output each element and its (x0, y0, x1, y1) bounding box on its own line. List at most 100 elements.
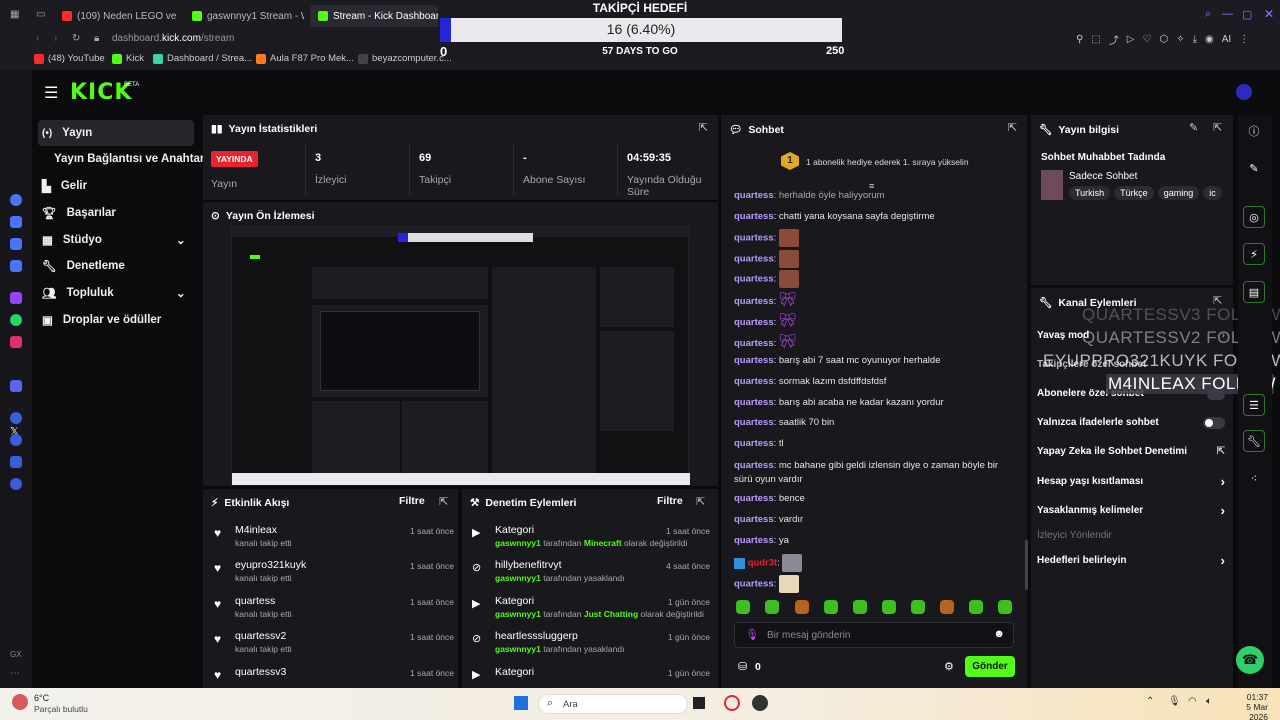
wifi-icon[interactable]: ◠ (1188, 696, 1197, 707)
bookmark-kick[interactable]: Kick (112, 53, 144, 64)
emote-button[interactable] (882, 600, 896, 614)
play-circle-icon[interactable] (10, 412, 22, 424)
screenshot-icon[interactable]: ⬚ (1091, 34, 1100, 45)
chat-input[interactable]: 🎙︎ Bir mesaj gönderin ☻ (734, 622, 1014, 648)
gift-prompt[interactable]: 1 abonelik hediye ederek 1. sıraya yükse… (806, 157, 969, 167)
pin-icon[interactable]: ⚲ (1076, 34, 1083, 45)
banned-words-row[interactable]: Yasaklanmış kelimeler › (1037, 503, 1229, 518)
mail-icon[interactable] (10, 238, 22, 250)
toggle[interactable] (1203, 417, 1225, 429)
browser-menu-icon[interactable]: ▦ (10, 9, 19, 20)
play-icon[interactable]: ▷ (1127, 34, 1135, 45)
chat-scrollbar[interactable] (1025, 540, 1028, 590)
item-name[interactable]: quartessv3 (235, 666, 286, 678)
tag[interactable]: gaming (1157, 186, 1200, 200)
avatar[interactable] (1236, 84, 1252, 100)
tab-actions-icon[interactable]: ▭ (36, 9, 45, 20)
chat-username[interactable]: quartess (734, 397, 774, 408)
actor[interactable]: gaswnnyy1 (495, 573, 541, 583)
chat-username[interactable]: quartess (734, 338, 774, 349)
nav-item-topluluk[interactable]: 👥︎ Topluluk ⌄ (38, 280, 194, 306)
chat-username[interactable]: quartess (734, 579, 774, 590)
chat-username[interactable]: quartess (734, 274, 774, 285)
popout-icon[interactable]: ⇱ (1213, 121, 1222, 134)
tab-youtube[interactable]: (109) Neden LEGO ve Mine (54, 5, 178, 27)
chat-username[interactable]: quartess (734, 535, 774, 546)
ai-moderation-row[interactable]: Yapay Zeka ile Sohbet Denetimi ⇱ (1037, 446, 1229, 457)
list-icon[interactable]: ☰ (1243, 394, 1265, 416)
forward-icon[interactable]: › (54, 33, 57, 44)
nav-item-gelir[interactable]: ▙ Gelir (38, 173, 194, 199)
obs-icon[interactable] (752, 695, 768, 711)
more-icon[interactable]: ⋯ (10, 668, 20, 679)
chat-username[interactable]: quartess (734, 233, 774, 244)
filter-button[interactable]: Filtre (399, 495, 425, 507)
chat-username[interactable]: quartess (734, 317, 774, 328)
emote-button[interactable] (795, 600, 809, 614)
clock-icon[interactable] (10, 434, 22, 446)
tab-kick-watch[interactable]: gaswnnyy1 Stream - Watc (184, 5, 304, 27)
item-name[interactable]: heartlesssluggerp (495, 630, 578, 642)
camera-icon[interactable]: ◉ (1205, 34, 1214, 45)
chat-username[interactable]: quartess (734, 438, 774, 449)
document-icon[interactable]: ▤ (1243, 281, 1265, 303)
dots-icon[interactable]: ⁖ (1243, 467, 1265, 489)
minimize-icon[interactable]: — (1222, 8, 1233, 20)
pencil-icon[interactable]: ✎ (1243, 157, 1265, 179)
category-name[interactable]: Sadece Sohbet (1069, 171, 1137, 182)
gear-icon[interactable]: ⚙ (944, 660, 954, 673)
heart-icon[interactable]: ♡ (1142, 34, 1151, 45)
maximize-icon[interactable]: ▢ (1242, 8, 1252, 21)
download-icon[interactable]: ⤓ (1193, 34, 1197, 45)
camera-icon[interactable]: ◎ (1243, 206, 1265, 228)
filter-button[interactable]: Filtre (657, 495, 683, 507)
tab-kick-dashboard[interactable]: Stream - Kick Dashboard (310, 5, 438, 27)
popout-icon[interactable]: ⇱ (439, 495, 448, 508)
nav-item-droplar[interactable]: ▣ Droplar ve ödüller (38, 307, 194, 333)
send-button[interactable]: Gönder (965, 656, 1015, 677)
windows-start-icon[interactable] (514, 696, 528, 710)
twitch-icon[interactable] (10, 292, 22, 304)
whatsapp-icon[interactable] (10, 314, 22, 326)
extensions-icon[interactable]: ✧ (1176, 34, 1184, 45)
microphone-icon[interactable]: 🎙︎ (1168, 696, 1181, 707)
tag[interactable]: Türkçe (1114, 186, 1154, 200)
bookmark-youtube[interactable]: (48) YouTube (34, 53, 105, 64)
bookmark-dashboard[interactable]: Dashboard / Strea... (153, 53, 252, 64)
chat-username[interactable]: quartess (734, 514, 774, 525)
back-icon[interactable]: ‹ (36, 33, 39, 44)
goals-row[interactable]: Hedefleri belirleyin › (1037, 553, 1229, 568)
emotes-only-row[interactable]: Yalnızca ifadelerle sohbet (1037, 417, 1229, 429)
emote-button[interactable] (969, 600, 983, 614)
chat-username[interactable]: quartess (734, 417, 774, 428)
temperature[interactable]: 6°C (34, 693, 49, 703)
actor[interactable]: gaswnnyy1 (495, 644, 541, 654)
chat-username[interactable]: quartess (734, 376, 774, 387)
item-name[interactable]: M4inleax (235, 524, 277, 536)
preview-video[interactable] (231, 226, 690, 485)
edit-icon[interactable]: ✎ (1189, 121, 1198, 134)
discord-icon[interactable] (10, 380, 22, 392)
emote-button[interactable] (824, 600, 838, 614)
emote-button[interactable] (940, 600, 954, 614)
bookmark-beyaz[interactable]: beyazcomputer.c... (358, 53, 452, 64)
nav-item-studyo[interactable]: ▦ Stüdyo ⌄ (38, 227, 194, 253)
chat-username[interactable]: quartess (734, 211, 774, 222)
microphone-icon[interactable]: 🎙︎ (745, 628, 759, 641)
emote-button[interactable] (998, 600, 1012, 614)
reload-icon[interactable]: ↻ (72, 33, 80, 44)
clock[interactable]: 01:37 5 Mar 2026 (1226, 692, 1268, 720)
task-view-icon[interactable] (693, 697, 705, 709)
nav-item-yayin[interactable]: (•) Yayın (38, 120, 194, 146)
actor[interactable]: gaswnnyy1 (495, 538, 541, 548)
chat-username[interactable]: quartess (734, 355, 774, 366)
search-icon[interactable]: ⌕ (1205, 8, 1211, 21)
nav-item-basarilar[interactable]: 🏆︎ Başarılar (38, 200, 194, 226)
url-field[interactable]: dashboard.kick.com/stream (112, 33, 234, 44)
actor[interactable]: gaswnnyy1 (495, 609, 541, 619)
chat-username[interactable]: quartess (734, 190, 774, 200)
item-name[interactable]: hillybenefitrvyt (495, 559, 562, 571)
support-icon[interactable]: ☎ (1236, 646, 1264, 674)
bookmark-aula[interactable]: Aula F87 Pro Mek... (256, 53, 354, 64)
search-box[interactable]: ⌕ Ara (538, 694, 688, 714)
